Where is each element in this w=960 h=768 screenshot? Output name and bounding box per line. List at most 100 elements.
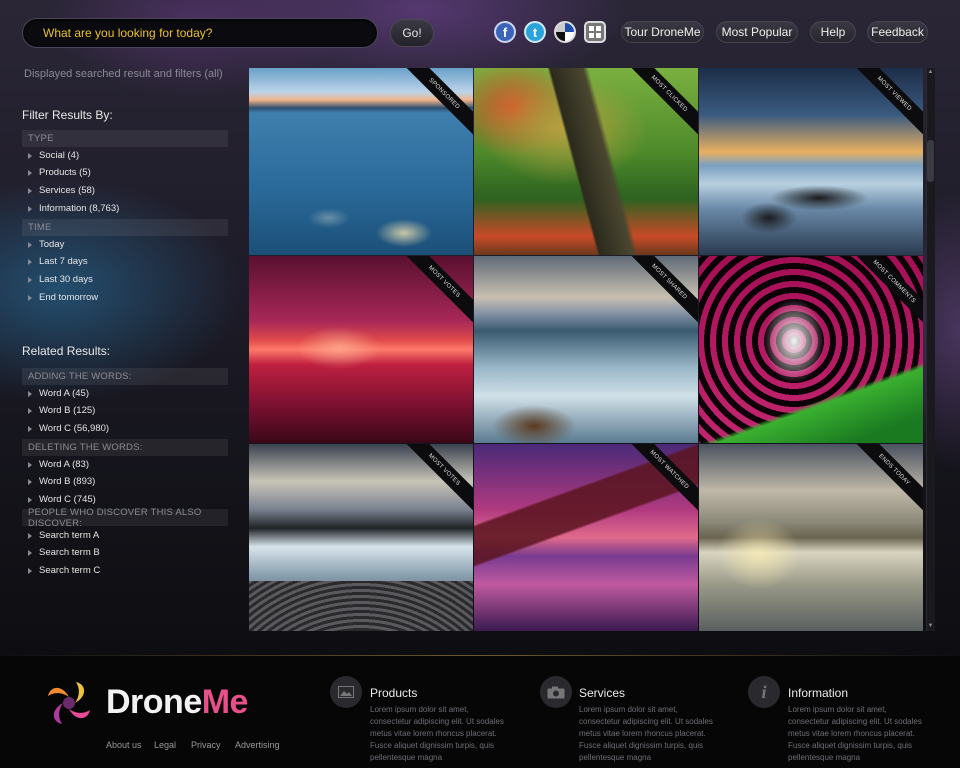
- filter-item-services[interactable]: Services (58): [28, 185, 95, 196]
- go-button[interactable]: Go!: [390, 19, 434, 47]
- grid-glyph: [589, 26, 601, 38]
- discover-item-b[interactable]: Search term B: [28, 547, 100, 558]
- result-tile-forth-bridge[interactable]: MOST WATCHED: [474, 444, 698, 631]
- deleting-item-word-c[interactable]: Word C (745): [28, 494, 96, 505]
- deleting-item-word-a[interactable]: Word A (83): [28, 459, 89, 470]
- ribbon-label: ENDS TODAY: [849, 444, 923, 515]
- filter-item-last-30-days[interactable]: Last 30 days: [28, 274, 93, 285]
- delicious-icon[interactable]: [554, 21, 576, 43]
- item-label: Search term C: [39, 565, 101, 576]
- result-tile-tree[interactable]: MOST CLICKED: [474, 68, 698, 255]
- result-tile-town-reflection[interactable]: ENDS TODAY: [699, 444, 923, 631]
- item-label: Social (4): [39, 150, 80, 161]
- results-grid: SPONSORED MOST CLICKED MOST VIEWED MOST …: [249, 68, 925, 631]
- ribbon: MOST COMMENTS: [843, 256, 923, 336]
- arrow-right-icon: [28, 276, 32, 283]
- item-label: Word B (125): [39, 405, 96, 416]
- ribbon-label: MOST SHARED: [624, 256, 698, 327]
- arrow-right-icon: [28, 294, 32, 301]
- scroll-down-icon[interactable]: ▼: [926, 622, 935, 631]
- item-label: Search term B: [39, 547, 100, 558]
- image-icon: [330, 676, 362, 708]
- filter-item-last-7-days[interactable]: Last 7 days: [28, 256, 88, 267]
- item-label: Word A (45): [39, 388, 89, 399]
- deleting-item-word-b[interactable]: Word B (893): [28, 476, 95, 487]
- ribbon: MOST CLICKED: [618, 68, 698, 148]
- discover-item-c[interactable]: Search term C: [28, 565, 100, 576]
- search-bar[interactable]: [22, 18, 378, 48]
- deleting-section-head: DELETING THE WORDS:: [22, 439, 228, 456]
- arrow-right-icon: [28, 152, 32, 159]
- item-label: Today: [39, 239, 65, 250]
- camera-icon: [540, 676, 572, 708]
- nav-tour-button[interactable]: Tour DroneMe: [621, 21, 704, 43]
- ribbon: MOST SHARED: [618, 256, 698, 336]
- twitter-icon[interactable]: t: [524, 21, 546, 43]
- ribbon-label: MOST WATCHED: [624, 444, 698, 515]
- item-label: Last 30 days: [39, 274, 93, 285]
- result-tile-butterfly[interactable]: MOST COMMENTS: [699, 256, 923, 443]
- ribbon: MOST VIEWED: [843, 68, 923, 148]
- arrow-right-icon: [28, 390, 32, 397]
- arrow-right-icon: [28, 169, 32, 176]
- ribbon: MOST VOTES: [393, 256, 473, 336]
- footer-link-about[interactable]: About us: [106, 740, 142, 750]
- ribbon-label: MOST VIEWED: [849, 68, 923, 139]
- ribbon-label: SPONSORED: [399, 68, 473, 139]
- adding-item-word-c[interactable]: Word C (56,980): [28, 423, 109, 434]
- ribbon: SPONSORED: [393, 68, 473, 148]
- item-label: Word C (745): [39, 494, 96, 505]
- item-label: Search term A: [39, 530, 100, 541]
- search-input[interactable]: [43, 26, 343, 40]
- footer-products-text: Lorem ipsum dolor sit amet, consectetur …: [370, 705, 504, 762]
- ribbon: MOST VOTES: [393, 444, 473, 524]
- filter-item-end-tomorrow[interactable]: End tomorrow: [28, 292, 98, 303]
- footer-services-title: Services: [579, 686, 626, 700]
- adding-item-word-b[interactable]: Word B (125): [28, 405, 95, 416]
- footer-products-title: Products: [370, 686, 418, 700]
- ribbon: MOST WATCHED: [618, 444, 698, 524]
- nav-help-button[interactable]: Help: [810, 21, 856, 43]
- result-tile-rocky-shore[interactable]: MOST VIEWED: [699, 68, 923, 255]
- info-icon: i: [748, 676, 780, 708]
- results-subtitle: Displayed searched result and filters (a…: [24, 68, 223, 80]
- adding-item-word-a[interactable]: Word A (45): [28, 388, 89, 399]
- item-label: Services (58): [39, 185, 95, 196]
- result-tile-lake-stones[interactable]: SPONSORED: [249, 68, 473, 255]
- facebook-icon[interactable]: f: [494, 21, 516, 43]
- logo-text-me: Me: [201, 683, 249, 721]
- nav-feedback-button[interactable]: Feedback: [867, 21, 928, 43]
- result-tile-pebble-beach[interactable]: MOST VOTES: [249, 444, 473, 631]
- arrow-right-icon: [28, 407, 32, 414]
- item-label: Word A (83): [39, 459, 89, 470]
- droneme-logo-text[interactable]: DroneMe: [106, 683, 248, 722]
- discover-item-a[interactable]: Search term A: [28, 530, 99, 541]
- result-tile-waves[interactable]: MOST SHARED: [474, 256, 698, 443]
- ribbon-label: MOST CLICKED: [624, 68, 698, 139]
- footer-link-advertising[interactable]: Advertising: [235, 740, 280, 750]
- droneme-logo-icon: [48, 682, 90, 724]
- footer-services-text: Lorem ipsum dolor sit amet, consectetur …: [579, 705, 713, 762]
- result-tile-bridge-night[interactable]: MOST VOTES: [249, 256, 473, 443]
- arrow-right-icon: [28, 205, 32, 212]
- filter-item-products[interactable]: Products (5): [28, 167, 91, 178]
- arrow-right-icon: [28, 461, 32, 468]
- item-label: Word C (56,980): [39, 423, 110, 434]
- footer-link-privacy[interactable]: Privacy: [191, 740, 221, 750]
- footer-information-title: Information: [788, 686, 849, 700]
- item-label: Products (5): [39, 167, 91, 178]
- nav-most-popular-button[interactable]: Most Popular: [716, 21, 798, 43]
- arrow-right-icon: [28, 567, 32, 574]
- filter-item-today[interactable]: Today: [28, 239, 64, 250]
- arrow-right-icon: [28, 549, 32, 556]
- item-label: Last 7 days: [39, 256, 88, 267]
- filter-item-information[interactable]: Information (8,763): [28, 203, 119, 214]
- footer-information-text: Lorem ipsum dolor sit amet, consectetur …: [788, 705, 922, 762]
- footer-link-legal[interactable]: Legal: [154, 740, 176, 750]
- item-label: Information (8,763): [39, 203, 120, 214]
- scroll-thumb[interactable]: [927, 140, 934, 182]
- bookmark-icon[interactable]: [584, 21, 606, 43]
- filter-item-social[interactable]: Social (4): [28, 150, 79, 161]
- scroll-up-icon[interactable]: ▲: [926, 68, 935, 77]
- arrow-right-icon: [28, 478, 32, 485]
